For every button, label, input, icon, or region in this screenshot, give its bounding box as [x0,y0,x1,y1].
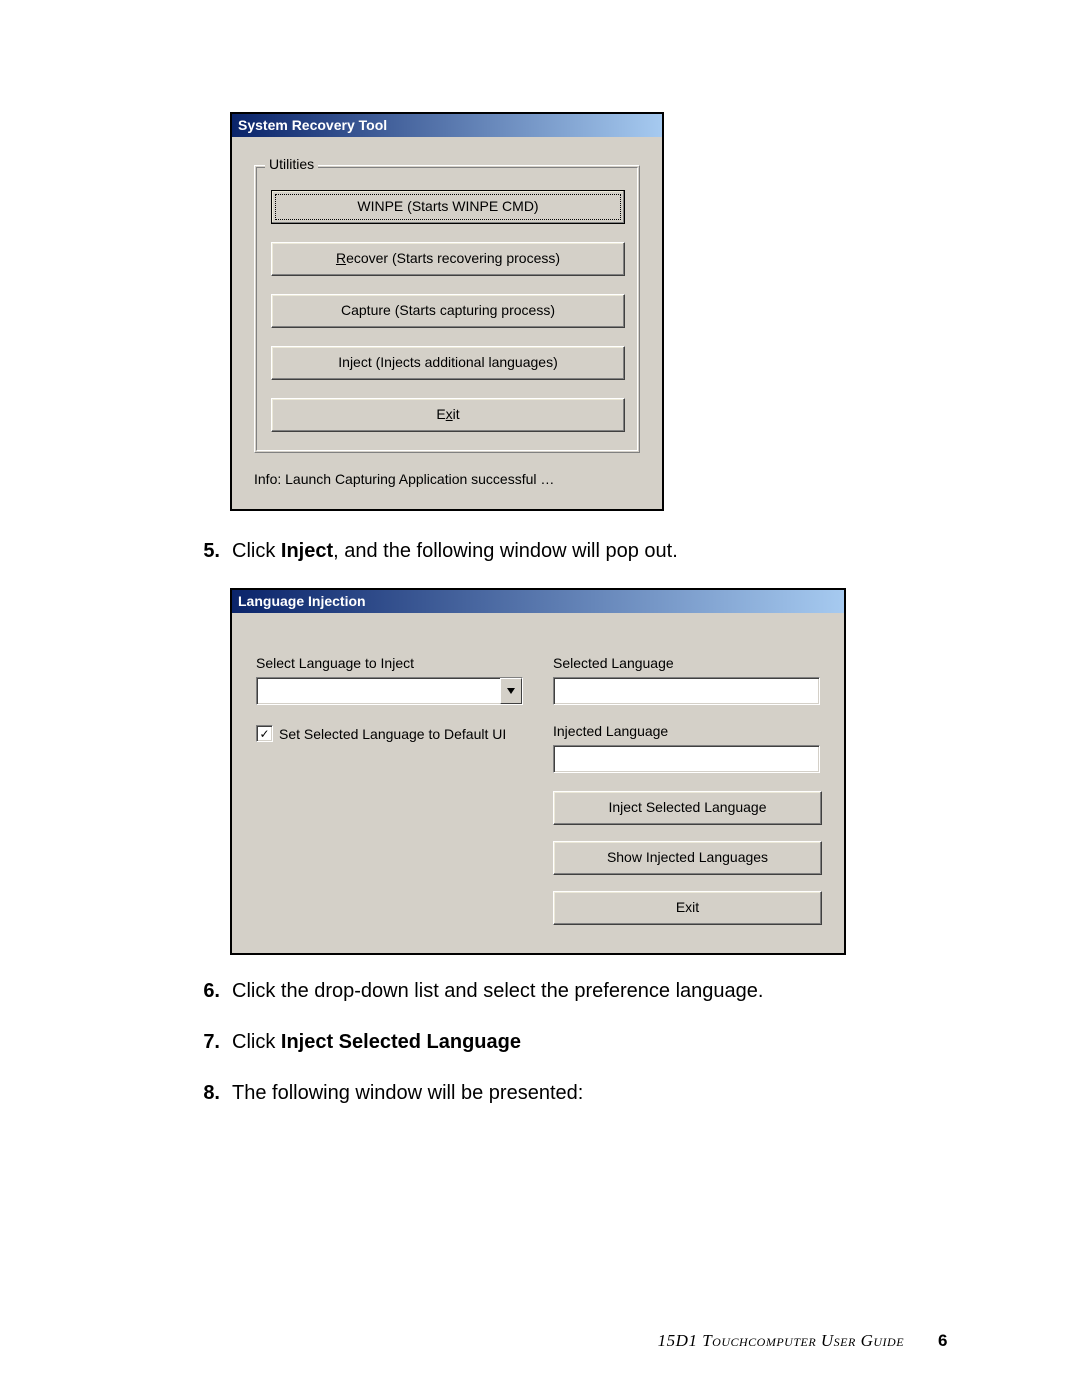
system-recovery-window: System Recovery Tool Utilities WINPE (St… [230,112,664,511]
step-7: 7. Click Inject Selected Language [194,1028,950,1057]
language-dropdown[interactable] [256,677,523,705]
right-column: Selected Language Injected Language Inje… [553,655,820,925]
show-injected-languages-button[interactable]: Show Injected Languages [553,841,822,875]
info-text: Info: Launch Capturing Application succe… [232,465,662,509]
left-column: Select Language to Inject ✓ Set Selected… [256,655,523,925]
winpe-button[interactable]: WINPE (Starts WINPE CMD) [271,190,625,224]
utilities-group: Utilities WINPE (Starts WINPE CMD) Recov… [254,165,640,453]
default-ui-checkbox[interactable]: ✓ [256,725,273,742]
inject-button[interactable]: Inject (Injects additional languages) [271,346,625,380]
selected-language-label: Selected Language [553,655,820,671]
window-title: Language Injection [232,590,844,613]
window-title: System Recovery Tool [232,114,662,137]
instruction-list-cont: 6. Click the drop-down list and select t… [194,977,950,1108]
step-8: 8. The following window will be presente… [194,1079,950,1108]
step-6: 6. Click the drop-down list and select t… [194,977,950,1006]
default-ui-checkbox-row[interactable]: ✓ Set Selected Language to Default UI [256,725,523,742]
default-ui-checkbox-label: Set Selected Language to Default UI [279,726,506,742]
selected-language-field[interactable] [553,677,820,705]
injected-language-label: Injected Language [553,723,820,739]
instruction-list: 5. Click Inject, and the following windo… [194,537,950,566]
dropdown-arrow-icon[interactable] [500,678,522,704]
group-label: Utilities [265,156,318,172]
language-injection-window: Language Injection Select Language to In… [230,588,846,955]
injected-language-field[interactable] [553,745,820,773]
page-footer: 15D1 Touchcomputer User Guide6 [658,1331,948,1351]
lang-exit-button[interactable]: Exit [553,891,822,925]
capture-button[interactable]: Capture (Starts capturing process) [271,294,625,328]
exit-button[interactable]: Exit [271,398,625,432]
select-language-label: Select Language to Inject [256,655,523,671]
step-5: 5. Click Inject, and the following windo… [194,537,950,566]
inject-selected-language-button[interactable]: Inject Selected Language [553,791,822,825]
recover-button[interactable]: Recover (Starts recovering process) [271,242,625,276]
